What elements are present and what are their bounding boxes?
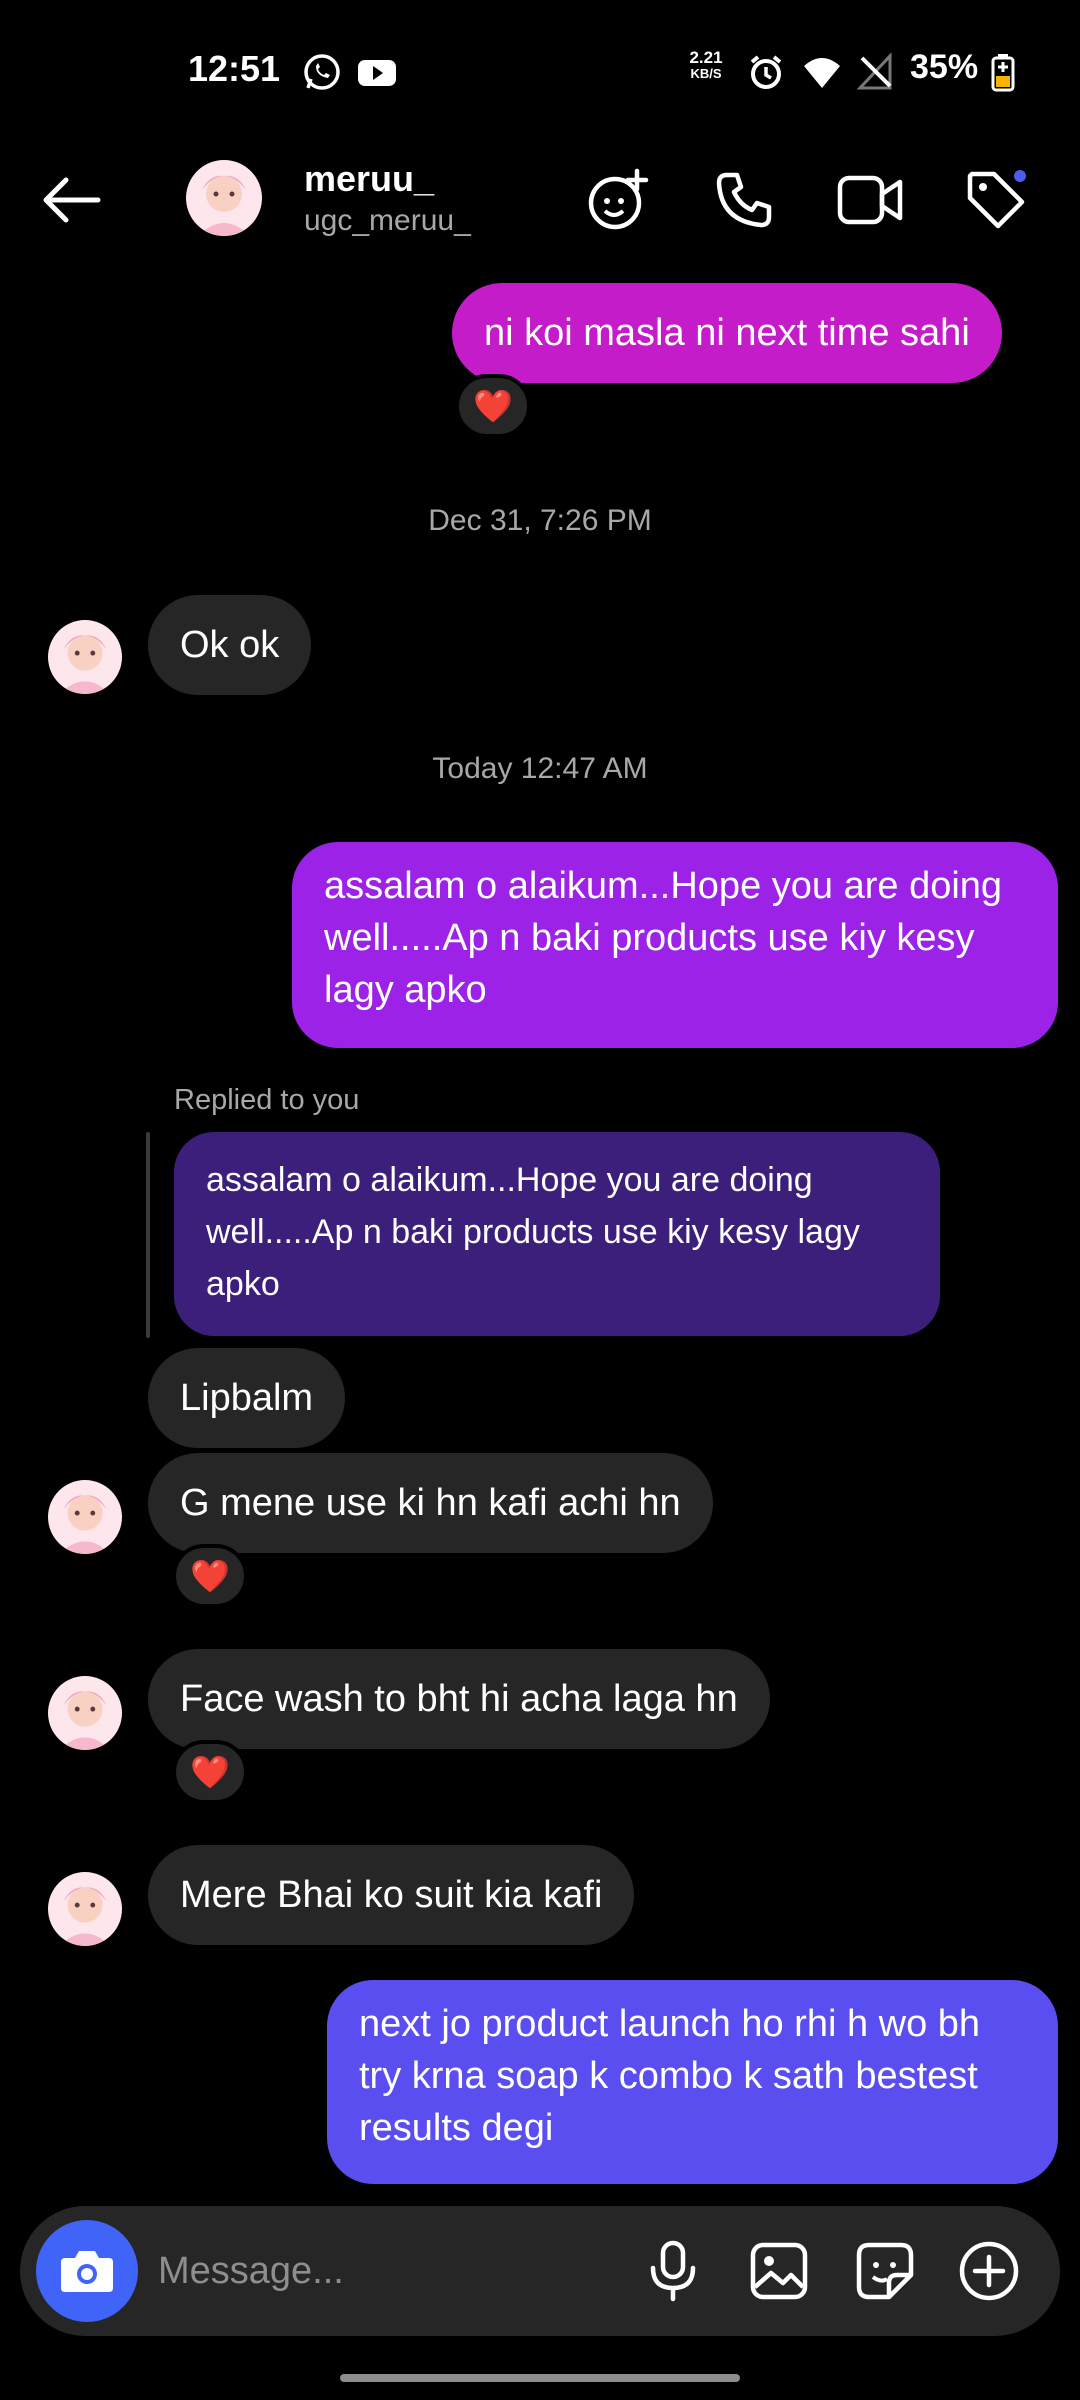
battery-percent: 35% bbox=[910, 48, 979, 86]
youtube-icon bbox=[356, 52, 396, 92]
replied-label: Replied to you bbox=[174, 1084, 360, 1116]
outgoing-message[interactable]: next jo product launch ho rhi h wo bh tr… bbox=[327, 1980, 1058, 2184]
sparkle-face-icon bbox=[588, 168, 649, 230]
heart-icon: ❤️ bbox=[473, 388, 513, 424]
sender-avatar[interactable] bbox=[48, 620, 122, 694]
voice-button[interactable] bbox=[640, 2238, 706, 2304]
reply-quote[interactable]: assalam o alaikum...Hope you are doing w… bbox=[174, 1132, 940, 1336]
home-indicator[interactable] bbox=[340, 2374, 740, 2382]
image-icon bbox=[750, 2242, 808, 2300]
contact-username[interactable]: ugc_meruu_ bbox=[304, 204, 471, 238]
camera-button[interactable] bbox=[36, 2220, 138, 2322]
heart-reaction[interactable]: ❤️ bbox=[455, 374, 531, 438]
contact-name[interactable]: meruu_ bbox=[304, 158, 434, 200]
heart-icon: ❤️ bbox=[190, 1558, 230, 1594]
effects-button[interactable] bbox=[584, 166, 652, 234]
alarm-icon bbox=[746, 52, 786, 92]
status-time: 12:51 bbox=[188, 48, 281, 89]
video-camera-icon bbox=[837, 175, 903, 225]
message-input[interactable] bbox=[158, 2241, 618, 2301]
whatsapp-icon bbox=[302, 52, 342, 92]
plus-circle-icon bbox=[959, 2241, 1019, 2301]
incoming-message[interactable]: Lipbalm bbox=[148, 1348, 346, 1448]
outgoing-message[interactable]: ni koi masla ni next time sahi bbox=[452, 283, 1002, 383]
gallery-button[interactable] bbox=[746, 2238, 812, 2304]
camera-icon bbox=[61, 2251, 113, 2292]
chat-header: meruu_ ugc_meruu_ bbox=[0, 140, 1080, 260]
battery-icon bbox=[990, 52, 1030, 92]
microphone-icon bbox=[650, 2240, 696, 2302]
sticker-icon bbox=[856, 2242, 914, 2300]
no-signal-icon bbox=[856, 52, 896, 92]
incoming-message[interactable]: G mene use ki hn kafi achi hn bbox=[148, 1453, 713, 1553]
notification-dot bbox=[1012, 168, 1028, 184]
outgoing-message[interactable]: assalam o alaikum...Hope you are doing w… bbox=[292, 842, 1058, 1048]
sender-avatar[interactable] bbox=[48, 1676, 122, 1750]
network-speed: 2.21 KB/S bbox=[689, 48, 723, 81]
heart-reaction[interactable]: ❤️ bbox=[172, 1740, 248, 1804]
timestamp: Today 12:47 AM bbox=[432, 752, 648, 785]
wifi-icon bbox=[802, 52, 842, 92]
audio-call-button[interactable] bbox=[710, 166, 778, 234]
back-button[interactable] bbox=[36, 168, 108, 232]
incoming-message[interactable]: Face wash to bht hi acha laga hn bbox=[148, 1649, 770, 1749]
sticker-button[interactable] bbox=[852, 2238, 918, 2304]
status-bar: 12:51 2.21 KB/S 35% bbox=[0, 0, 1080, 140]
message-composer bbox=[20, 2206, 1060, 2336]
incoming-message[interactable]: Ok ok bbox=[148, 595, 312, 695]
tag-button[interactable] bbox=[962, 166, 1030, 234]
sender-avatar[interactable] bbox=[48, 1480, 122, 1554]
video-call-button[interactable] bbox=[836, 166, 904, 234]
contact-avatar[interactable] bbox=[186, 160, 262, 236]
incoming-message[interactable]: Mere Bhai ko suit kia kafi bbox=[148, 1845, 635, 1945]
heart-icon: ❤️ bbox=[190, 1754, 230, 1790]
sender-avatar[interactable] bbox=[48, 1872, 122, 1946]
more-options-button[interactable] bbox=[956, 2238, 1022, 2304]
timestamp: Dec 31, 7:26 PM bbox=[428, 504, 652, 537]
heart-reaction[interactable]: ❤️ bbox=[172, 1544, 248, 1608]
reply-indicator-bar bbox=[146, 1132, 150, 1338]
phone-icon bbox=[716, 172, 772, 228]
